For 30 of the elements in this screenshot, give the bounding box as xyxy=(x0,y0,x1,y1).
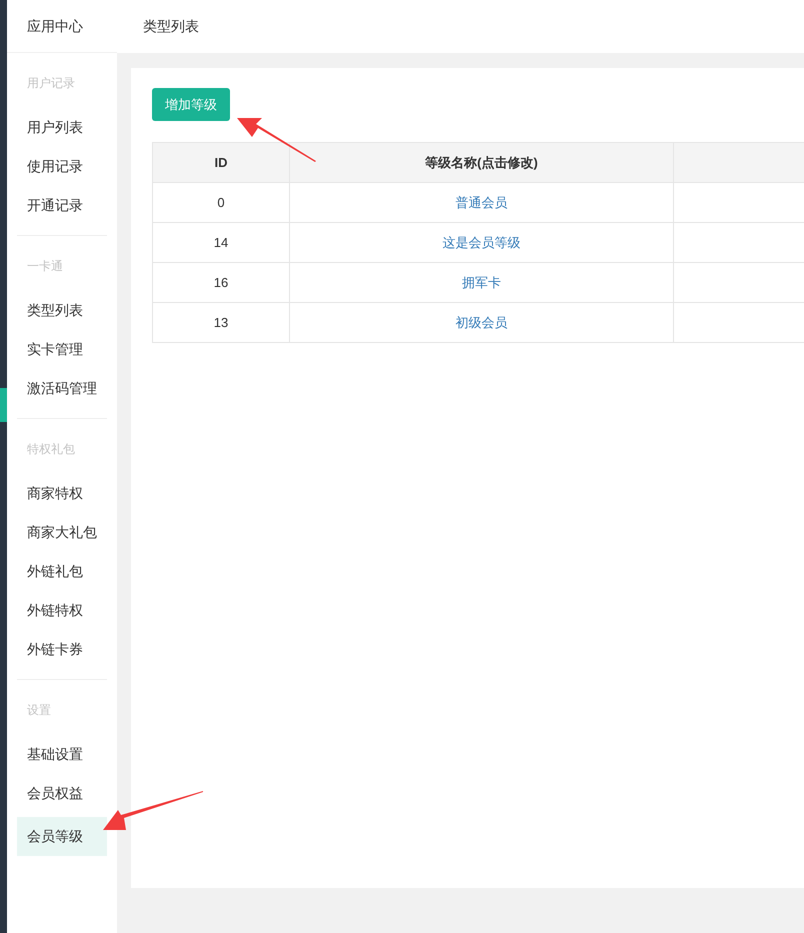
sidebar-group-heading: 用户记录 xyxy=(26,75,76,92)
sidebar-item[interactable]: 外链特权 xyxy=(17,591,107,630)
active-nav-marker xyxy=(0,388,7,422)
sidebar-item[interactable]: 会员等级 xyxy=(17,817,107,856)
sidebar-item[interactable]: 商家大礼包 xyxy=(17,513,107,552)
table-cell: 16 xyxy=(152,262,290,302)
sidebar-item[interactable]: 用户列表 xyxy=(17,108,107,147)
table-cell: 14 xyxy=(152,222,290,262)
column-header: ID xyxy=(152,142,290,182)
table-cell: 13 xyxy=(152,302,290,342)
sidebar-item[interactable]: 激活码管理 xyxy=(17,369,107,408)
column-header: 等级名称(点击修改) xyxy=(290,142,674,182)
page-title: 类型列表 xyxy=(143,17,199,36)
sidebar-item[interactable]: 会员权益 xyxy=(17,774,107,813)
level-name-link[interactable]: 这是会员等级 xyxy=(442,234,520,250)
sidebar-item[interactable]: 外链卡券 xyxy=(17,630,107,669)
sidebar-item[interactable]: 基础设置 xyxy=(17,735,107,774)
level-name-link[interactable]: 初级会员 xyxy=(456,314,508,330)
sidebar-item[interactable]: 类型列表 xyxy=(17,291,107,330)
sidebar-item[interactable]: 开通记录 xyxy=(17,186,107,225)
level-name-link[interactable]: 普通会员 xyxy=(456,194,508,210)
table-cell: 0 xyxy=(152,182,290,222)
sidebar-group-heading: 特权礼包 xyxy=(26,441,76,458)
sidebar-item[interactable]: 使用记录 xyxy=(17,147,107,186)
sidebar-item[interactable]: 实卡管理 xyxy=(17,330,107,369)
sidebar-item[interactable]: 外链礼包 xyxy=(17,552,107,591)
sidebar-group-heading: 一卡通 xyxy=(26,258,64,275)
sidebar-group-heading: 设置 xyxy=(26,702,52,719)
level-name-link[interactable]: 拥军卡 xyxy=(462,274,501,290)
sidebar-item[interactable]: 商家特权 xyxy=(17,474,107,513)
